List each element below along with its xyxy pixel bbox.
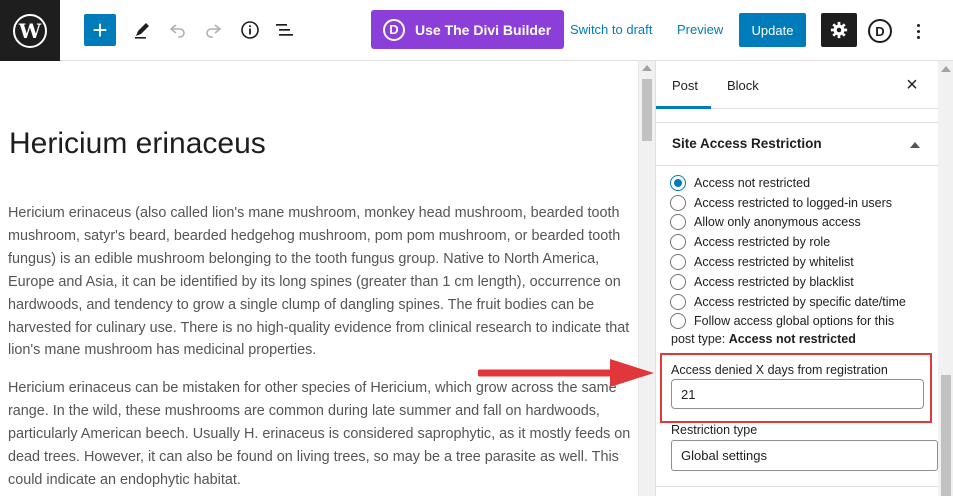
access-options-radio-group: Access not restricted Access restricted …	[670, 173, 906, 331]
wordpress-icon: W	[13, 13, 47, 48]
editor-scroll-thumb[interactable]	[642, 79, 652, 141]
radio-option[interactable]: Allow only anonymous access	[670, 213, 906, 233]
close-icon[interactable]: ×	[902, 75, 922, 95]
details-button[interactable]	[233, 13, 267, 47]
radio-label: Allow only anonymous access	[694, 215, 861, 230]
divi-button-label: Use The Divi Builder	[415, 21, 552, 38]
scroll-up-arrow-icon[interactable]	[941, 66, 951, 72]
sidebar-tabs: Post Block ×	[656, 61, 938, 109]
radio-option[interactable]: Access restricted by specific date/time	[670, 292, 906, 312]
switch-to-draft-button[interactable]: Switch to draft	[570, 22, 652, 37]
paragraph-block[interactable]: Hericium erinaceus can be mistaken for o…	[8, 377, 632, 492]
radio-label: Access restricted by blacklist	[694, 274, 854, 289]
post-type-text: post type: Access not restricted	[671, 332, 856, 346]
list-view-icon	[276, 24, 293, 36]
chevron-up-icon	[910, 142, 920, 148]
radio-label: Access not restricted	[694, 175, 811, 190]
editor-scrollbar[interactable]	[638, 61, 655, 496]
tab-block[interactable]: Block	[727, 61, 759, 109]
days-from-registration-input[interactable]	[671, 379, 924, 409]
radio-option[interactable]: Access restricted to logged-in users	[670, 193, 906, 213]
sidebar-scroll-thumb[interactable]	[941, 375, 951, 496]
radio-option[interactable]: Access restricted by role	[670, 232, 906, 252]
undo-button[interactable]	[161, 13, 195, 47]
radio-button[interactable]	[670, 174, 686, 191]
radio-button[interactable]	[670, 194, 686, 211]
radio-button[interactable]	[670, 313, 686, 330]
radio-option[interactable]: Follow access global options for this	[670, 312, 906, 332]
update-button[interactable]: Update	[739, 13, 806, 47]
radio-button[interactable]	[670, 254, 686, 271]
divi-mark-icon: D	[875, 23, 885, 39]
settings-button[interactable]	[821, 13, 857, 47]
add-block-button[interactable]: +	[84, 14, 116, 46]
radio-option[interactable]: Access not restricted	[670, 173, 906, 193]
divi-settings-button[interactable]: D	[868, 19, 892, 43]
radio-label: Follow access global options for this	[694, 314, 895, 329]
settings-sidebar: Post Block × Site Access Restriction Acc…	[655, 61, 953, 496]
paragraph-block[interactable]: Hericium erinaceus (also called lion's m…	[8, 202, 632, 362]
list-view-button[interactable]	[268, 13, 302, 47]
pencil-icon	[135, 23, 149, 39]
plus-icon: +	[92, 15, 108, 45]
scroll-up-arrow-icon[interactable]	[642, 65, 652, 71]
post-type-prefix: post type:	[671, 332, 726, 346]
use-divi-builder-button[interactable]: D Use The Divi Builder	[371, 10, 564, 49]
restriction-type-label: Restriction type	[671, 423, 758, 437]
more-dot	[916, 23, 920, 27]
radio-button[interactable]	[670, 214, 686, 231]
radio-option[interactable]: Access restricted by whitelist	[670, 252, 906, 272]
sidebar-scrollbar[interactable]	[938, 61, 953, 496]
info-icon	[241, 21, 259, 39]
post-title[interactable]: Hericium erinaceus	[9, 127, 266, 161]
panel-divider	[656, 486, 938, 487]
days-from-registration-label: Access denied X days from registration	[671, 363, 888, 377]
radio-button[interactable]	[670, 273, 686, 290]
tab-post[interactable]: Post	[656, 61, 712, 109]
divi-icon: D	[383, 18, 405, 41]
options-menu-button[interactable]	[908, 18, 928, 44]
radio-button[interactable]	[670, 293, 686, 310]
site-access-restriction-panel-header[interactable]: Site Access Restriction	[656, 122, 938, 166]
wordpress-logo[interactable]: W	[0, 0, 60, 61]
editor-toolbar: W + D Use The Divi Builder Switch to dra…	[0, 0, 953, 61]
radio-label: Access restricted by role	[694, 235, 831, 250]
radio-button[interactable]	[670, 234, 686, 251]
tools-button[interactable]	[125, 13, 159, 47]
preview-button[interactable]: Preview	[677, 22, 723, 37]
more-dot	[916, 35, 920, 39]
gear-icon	[830, 21, 848, 39]
restriction-type-select[interactable]: Global settings	[671, 440, 938, 471]
panel-title: Site Access Restriction	[672, 136, 822, 151]
annotation-arrow-icon	[478, 359, 654, 387]
post-type-value: Access not restricted	[728, 332, 856, 346]
restriction-type-value: Global settings	[681, 448, 767, 463]
radio-option[interactable]: Access restricted by blacklist	[670, 272, 906, 292]
radio-label: Access restricted by whitelist	[694, 255, 854, 270]
radio-label: Access restricted to logged-in users	[694, 195, 893, 210]
redo-icon	[206, 24, 222, 38]
editor-canvas: Hericium erinaceus Hericium erinaceus (a…	[0, 61, 638, 496]
redo-button[interactable]	[196, 13, 230, 47]
more-dot	[916, 29, 920, 33]
radio-label: Access restricted by specific date/time	[694, 294, 906, 309]
undo-icon	[169, 24, 185, 38]
